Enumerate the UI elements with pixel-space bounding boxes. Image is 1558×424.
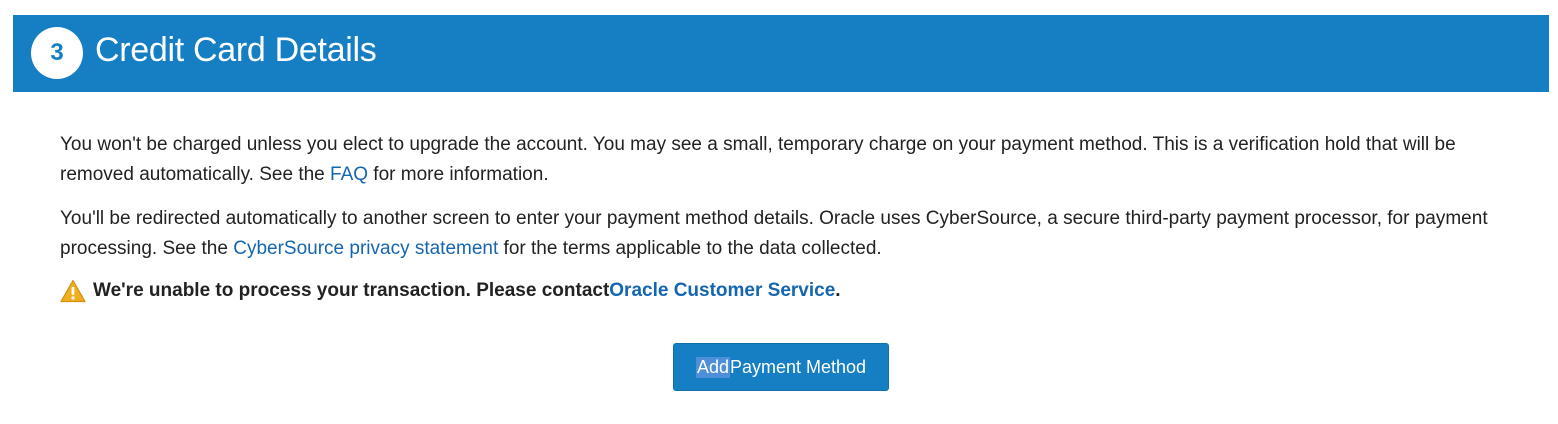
charge-info-text: You won't be charged unless you elect to…: [60, 134, 1456, 185]
section-title: Credit Card Details: [95, 31, 377, 69]
faq-link[interactable]: FAQ: [330, 164, 368, 185]
charge-info-paragraph: You won't be charged unless you elect to…: [60, 130, 1520, 190]
step-number-badge: 3: [31, 27, 83, 79]
redirect-info-paragraph: You'll be redirected automatically to an…: [60, 204, 1520, 264]
credit-card-section: 3 Credit Card Details You won't be charg…: [0, 0, 1558, 424]
cybersource-privacy-link[interactable]: CyberSource privacy statement: [233, 238, 498, 259]
warning-suffix: .: [835, 280, 841, 301]
charge-info-text-end: for more information.: [368, 164, 549, 185]
section-content: You won't be charged unless you elect to…: [60, 130, 1520, 306]
warning-text: We're unable to process your transaction…: [93, 280, 610, 301]
section-header: 3 Credit Card Details: [13, 15, 1549, 92]
button-label-selected: Add: [695, 356, 730, 378]
warning-message: We're unable to process your transaction…: [60, 276, 1520, 306]
button-label: Payment Method: [729, 356, 867, 377]
customer-service-link[interactable]: Oracle Customer Service: [609, 276, 835, 306]
add-payment-method-button[interactable]: Add Payment Method: [673, 343, 889, 391]
redirect-info-text-end: for the terms applicable to the data col…: [498, 238, 882, 259]
warning-icon: [60, 279, 86, 303]
